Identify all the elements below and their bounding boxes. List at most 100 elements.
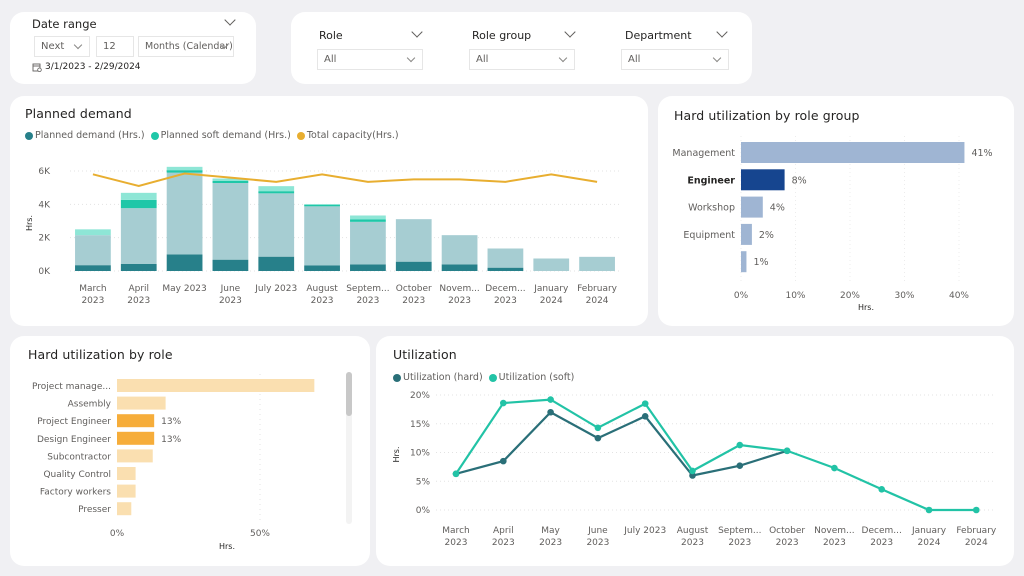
x-tick-label: 2023 [219,296,242,306]
x-tick-label: Septem... [718,526,761,536]
util-soft-line [455,398,977,512]
bar [117,379,315,392]
relative-option-value: Next [41,41,65,52]
x-tick-label: 40% [949,291,969,301]
bar [117,502,132,516]
bar-planned-demand [258,256,295,271]
category-label: Factory workers [40,488,111,498]
bar-planned-demand [395,261,432,271]
x-tick-label: 2023 [445,538,468,548]
bar-planned-demand [304,265,340,271]
data-label: 4% [770,203,785,214]
count-value: 12 [103,41,116,52]
util-soft-point [689,467,696,475]
bar-highlighted [117,431,155,445]
unit-dropdown[interactable]: Months (Calendar) [138,36,234,57]
chevron-down-icon [73,40,83,50]
x-tick-label: 2023 [311,296,334,306]
x-tick-label: 0% [734,291,749,301]
data-label: 1% [753,257,768,268]
util-soft-point [547,396,554,403]
role-dropdown[interactable]: All [317,49,423,70]
y-tick-label: 4K [38,200,51,210]
x-tick-label: 2023 [586,538,609,548]
x-tick-label: June [220,284,241,294]
chevron-down-icon[interactable] [716,26,728,38]
x-tick-label: Novem... [439,284,479,294]
x-tick-label: 2023 [539,538,562,548]
x-tick-label: 2023 [127,296,150,306]
category-label: Subcontractor [47,452,111,462]
x-tick-label: April [128,284,149,294]
category-label: Project Engineer [37,417,111,427]
date-range-title: Date range [32,17,97,31]
bar-planned-base [258,193,295,257]
bar [117,449,153,463]
x-tick-label: 2023 [448,296,471,306]
x-tick-label: March [442,526,469,536]
x-tick-label: January [911,526,947,536]
date-range-text-row: 3/1/2023 - 2/29/2024 [32,62,141,72]
bar-planned-base [166,172,203,255]
x-tick-label: 2023 [492,538,515,548]
x-tick-label: 2023 [728,538,751,548]
relative-option-dropdown[interactable]: Next [34,36,90,57]
count-input[interactable]: 12 [96,36,134,57]
date-range-text: 3/1/2023 - 2/29/2024 [45,62,141,72]
y-tick-label: 6K [38,167,51,177]
util-soft-point [594,424,602,432]
x-tick-label: 2023 [494,296,517,306]
bar-planned-demand [487,267,524,271]
utilization-chart[interactable]: 0% 5% 10% 15% 20% Hrs. March 2023 April 2023 May 20… [376,336,1014,566]
chevron-down-icon[interactable] [224,14,236,26]
bar-soft-demand-light [120,192,157,200]
bar-planned-demand [212,259,249,271]
x-tick-label: February [577,284,618,294]
category-label: Management [672,148,735,159]
bar [741,251,747,273]
role-group-dropdown-value: All [476,54,489,65]
bar-soft-demand [304,205,340,207]
y-axis-label: Hrs. [392,446,401,462]
role-scrollbar-thumb[interactable] [346,372,352,416]
x-tick-label: July 2023 [623,526,666,536]
chevron-down-icon[interactable] [411,26,423,38]
bar-soft-demand-light [166,166,203,171]
x-tick-label: April [493,526,514,536]
bar-soft-demand [166,170,203,173]
data-label: 13% [161,417,181,427]
role-slicer-label: Role [319,29,343,42]
chevron-down-icon[interactable] [564,26,576,38]
x-tick-label: May [541,526,560,536]
x-tick-label: 2024 [918,538,941,548]
x-axis-label: Hrs. [858,303,874,312]
role-group-dropdown[interactable]: All [469,49,575,70]
y-tick-label: 5% [416,477,431,487]
x-tick-label: October [769,526,805,536]
util-soft-point [783,447,791,455]
role-card: Hard utilization by role 0% 50% Hrs. Projec… [10,336,370,566]
x-tick-label: 20% [840,291,860,301]
bar-planned-base [533,258,570,271]
bar-planned-base [441,235,478,265]
y-tick-label: 10% [410,449,430,459]
data-label: 41% [971,148,992,159]
unit-value: Months (Calendar) [145,41,233,52]
department-dropdown[interactable]: All [621,49,729,70]
category-label: Workshop [688,203,735,214]
planned-demand-chart[interactable]: 0K 2K 4K 6K Hrs. March 2023 April 2023 May 2023 Ju… [10,96,648,326]
category-label: Presser [78,505,111,515]
y-tick-label: 15% [410,420,430,430]
role-chart[interactable]: 0% 50% Hrs. Project manage... Assembly Projec… [10,336,370,566]
x-tick-label: 0% [110,529,125,539]
role-group-chart[interactable]: 0% 10% 20% 30% 40% Hrs. Management 41% Engineer 8… [658,96,1014,326]
category-label: Engineer [687,175,735,186]
x-tick-label: 2023 [402,296,425,306]
utilization-card: Utilization Utilization (hard) Utilizati… [376,336,1014,566]
x-tick-label: Septem... [346,284,389,294]
bar-planned-base [120,208,157,264]
department-slicer-label: Department [625,29,692,42]
util-soft-point [500,399,507,407]
planned-demand-card: Planned demand Planned demand (Hrs.) Pla… [10,96,648,326]
bar-soft-demand [350,219,386,222]
